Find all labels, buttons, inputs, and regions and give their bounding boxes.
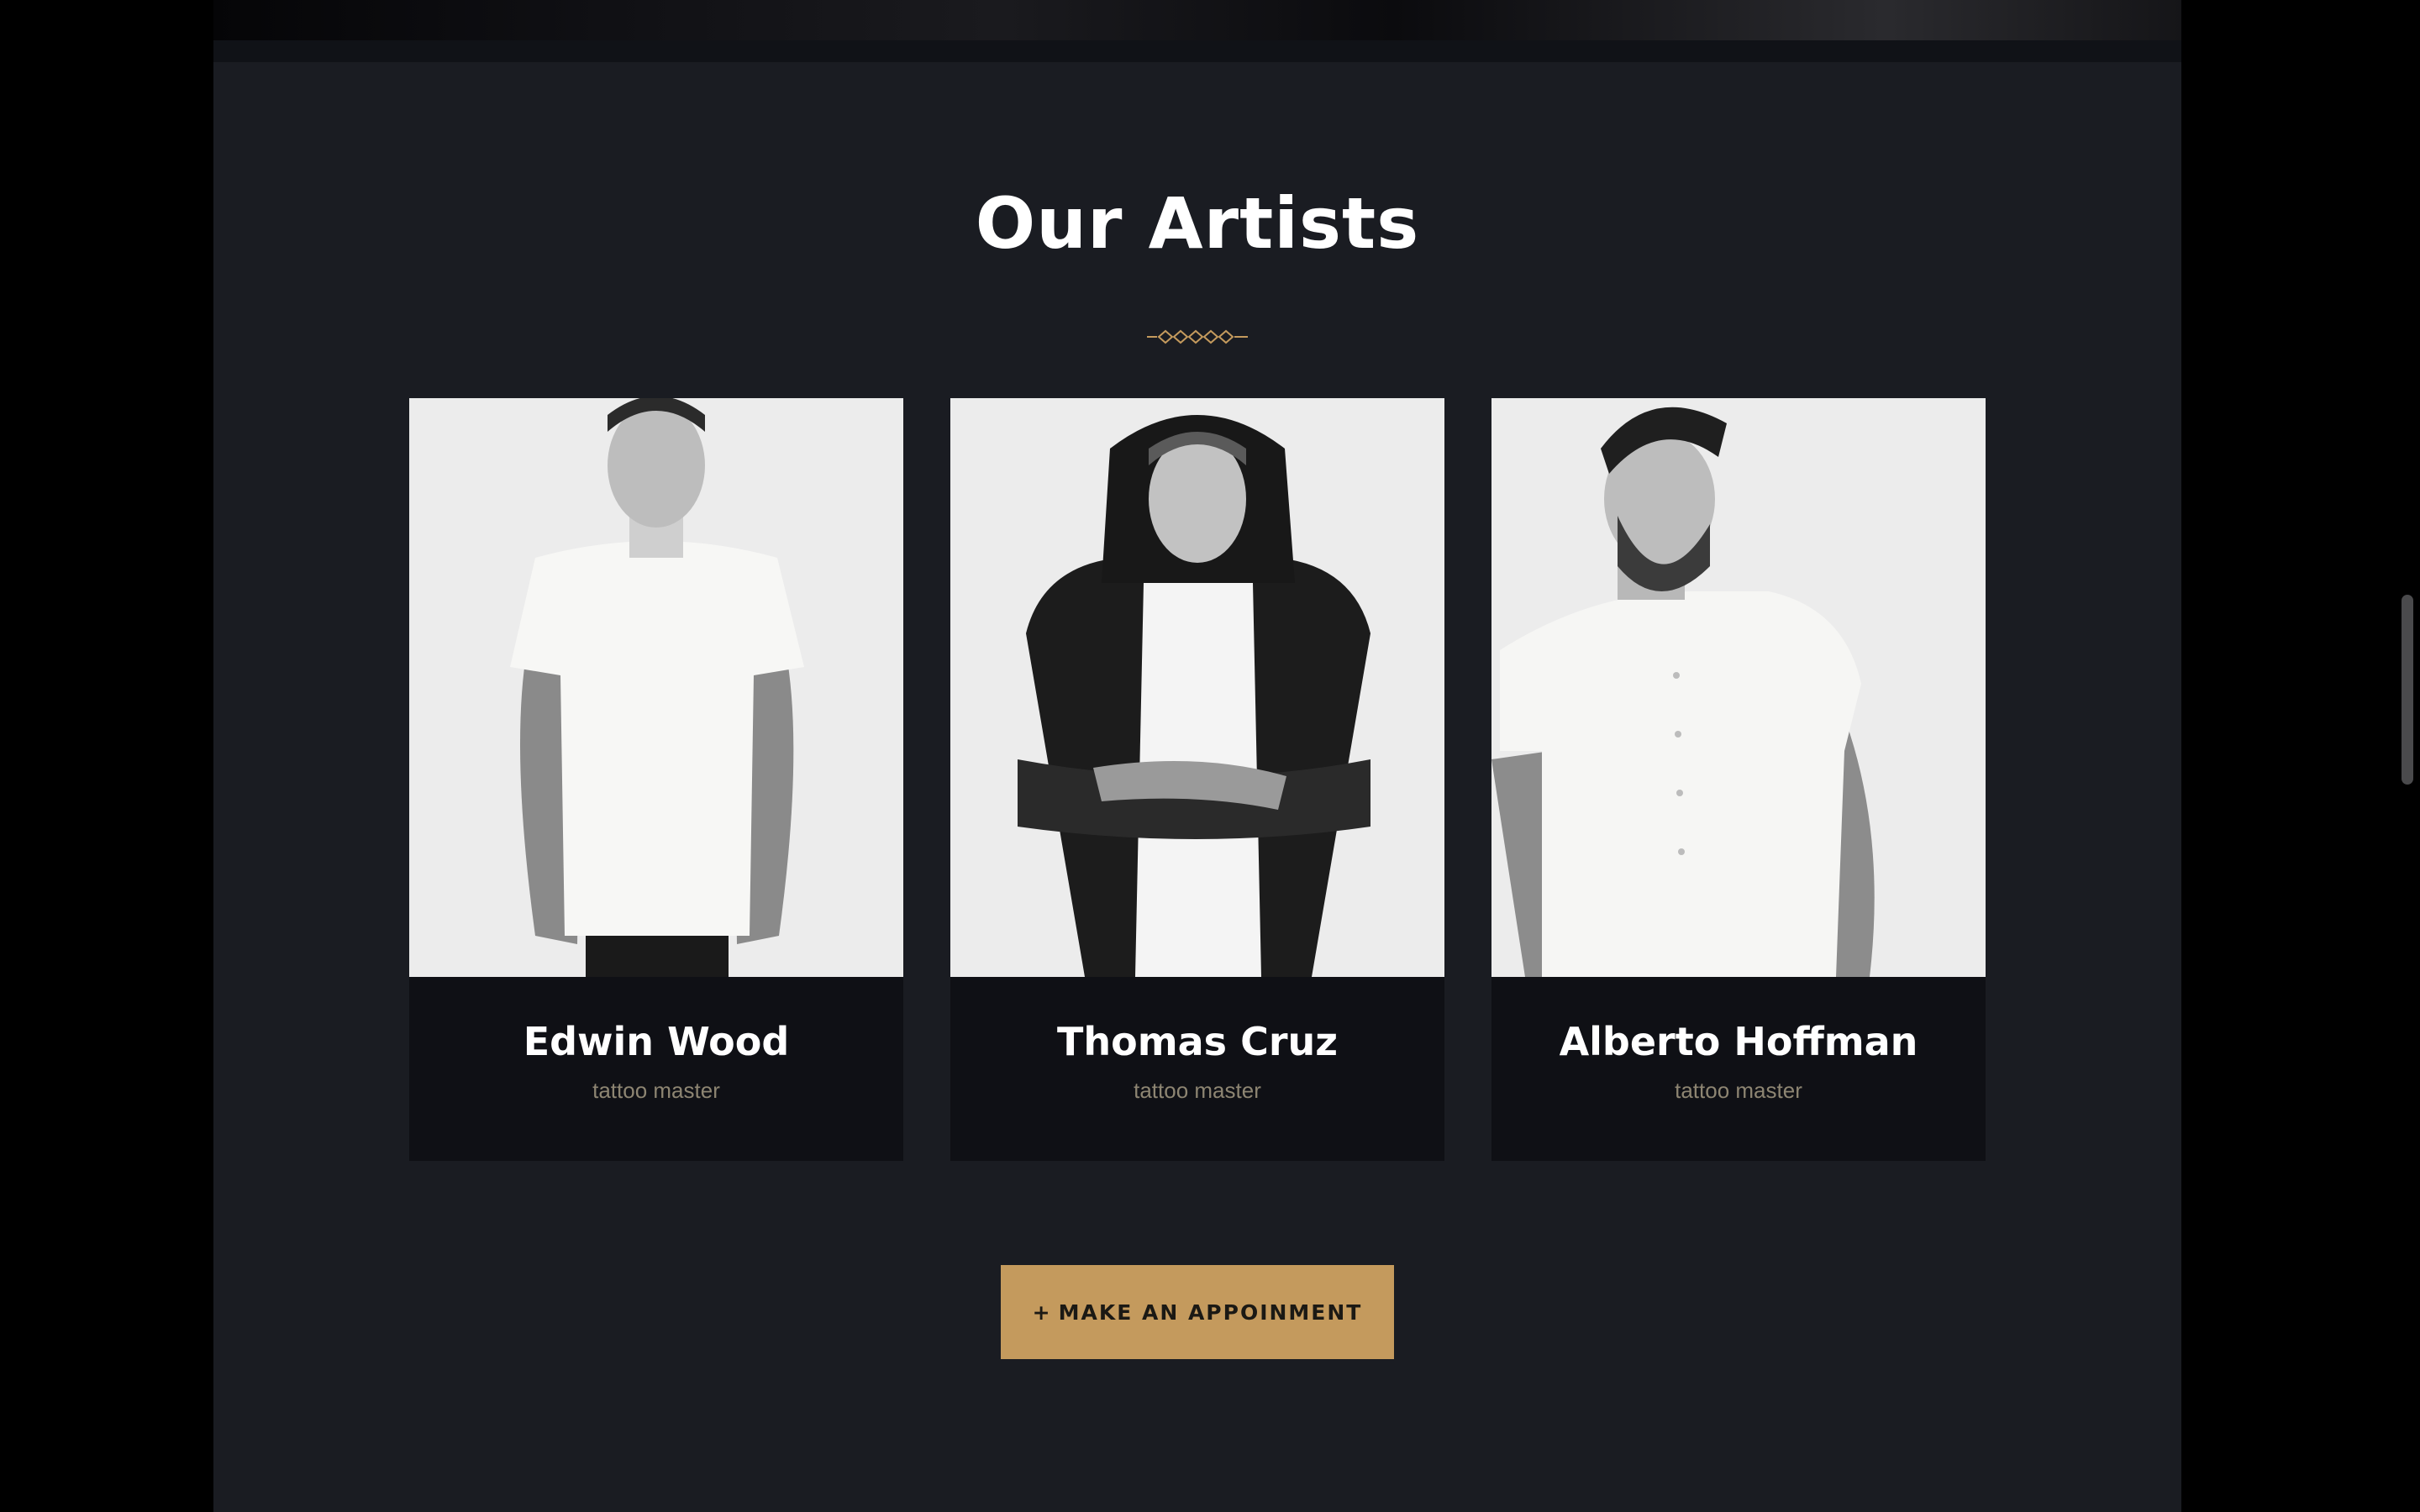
artist-card[interactable]: Thomas Cruz tattoo master bbox=[950, 398, 1444, 1161]
artist-photo bbox=[1491, 398, 1986, 977]
artist-info: Alberto Hoffman tattoo master bbox=[1491, 977, 1986, 1161]
artist-role: tattoo master bbox=[1134, 1078, 1261, 1103]
plus-icon: + bbox=[1032, 1299, 1052, 1325]
hero-image-strip bbox=[213, 0, 2181, 40]
artist-name: Edwin Wood bbox=[523, 1019, 790, 1064]
artist-role: tattoo master bbox=[1675, 1078, 1802, 1103]
artist-card[interactable]: Edwin Wood tattoo master bbox=[409, 398, 903, 1161]
artist-portrait-image bbox=[950, 398, 1444, 977]
scrollbar-thumb[interactable] bbox=[2402, 595, 2413, 785]
make-appointment-button[interactable]: + MAKE AN APPOINMENT bbox=[1001, 1265, 1394, 1359]
artist-info: Edwin Wood tattoo master bbox=[409, 977, 903, 1161]
artists-section: Our Artists Edwin Wood tattoo master Tho… bbox=[213, 62, 2181, 1512]
artist-name: Alberto Hoffman bbox=[1559, 1019, 1918, 1064]
artist-role: tattoo master bbox=[592, 1078, 720, 1103]
make-appointment-label: MAKE AN APPOINMENT bbox=[1058, 1299, 1363, 1325]
artist-photo bbox=[950, 398, 1444, 977]
artist-card[interactable]: Alberto Hoffman tattoo master bbox=[1491, 398, 1986, 1161]
artist-portrait-image bbox=[1491, 398, 1986, 977]
artist-photo bbox=[409, 398, 903, 977]
artist-name: Thomas Cruz bbox=[1056, 1019, 1339, 1064]
page-viewport: Our Artists Edwin Wood tattoo master Tho… bbox=[0, 0, 2420, 1512]
artist-info: Thomas Cruz tattoo master bbox=[950, 977, 1444, 1161]
section-divider bbox=[213, 40, 2181, 62]
artist-portrait-image bbox=[409, 398, 903, 977]
